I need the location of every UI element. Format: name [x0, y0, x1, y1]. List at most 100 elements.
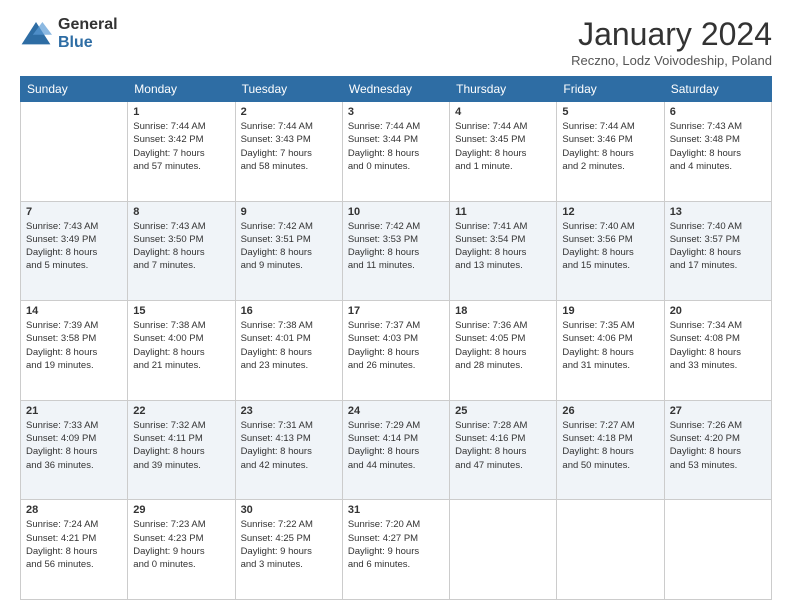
day-info: Sunrise: 7:44 AM Sunset: 3:42 PM Dayligh…	[133, 120, 229, 173]
day-info: Sunrise: 7:44 AM Sunset: 3:43 PM Dayligh…	[241, 120, 337, 173]
day-info: Sunrise: 7:29 AM Sunset: 4:14 PM Dayligh…	[348, 419, 444, 472]
day-number: 12	[562, 206, 658, 218]
table-row: 21 Sunrise: 7:33 AM Sunset: 4:09 PM Dayli…	[21, 400, 128, 500]
table-row: 12Sunrise: 7:40 AM Sunset: 3:56 PM Dayli…	[557, 201, 664, 301]
day-info: Sunrise: 7:40 AM Sunset: 3:57 PM Dayligh…	[670, 220, 766, 273]
table-row: 7Sunrise: 7:43 AM Sunset: 3:49 PM Daylig…	[21, 201, 128, 301]
day-info: Sunrise: 7:38 AM Sunset: 4:00 PM Dayligh…	[133, 319, 229, 372]
table-row: 29Sunrise: 7:23 AM Sunset: 4:23 PM Dayli…	[128, 500, 235, 600]
header-wednesday: Wednesday	[342, 77, 449, 102]
day-number: 2	[241, 106, 337, 118]
table-row: 27 Sunrise: 7:26 AM Sunset: 4:20 PM Dayli…	[664, 400, 771, 500]
table-row	[450, 500, 557, 600]
day-number: 11	[455, 206, 551, 218]
day-number: 3	[348, 106, 444, 118]
day-info: Sunrise: 7:26 AM Sunset: 4:20 PM Dayligh…	[670, 419, 766, 472]
day-info: Sunrise: 7:41 AM Sunset: 3:54 PM Dayligh…	[455, 220, 551, 273]
table-row: 31 Sunrise: 7:20 AM Sunset: 4:27 PM Dayli…	[342, 500, 449, 600]
table-row: 2 Sunrise: 7:44 AM Sunset: 3:43 PM Daylig…	[235, 102, 342, 202]
logo-blue-text: Blue	[58, 34, 118, 52]
calendar-week-row: 14 Sunrise: 7:39 AM Sunset: 3:58 PM Dayli…	[21, 301, 772, 401]
day-number: 14	[26, 305, 122, 317]
table-row: 9 Sunrise: 7:42 AM Sunset: 3:51 PM Daylig…	[235, 201, 342, 301]
day-number: 9	[241, 206, 337, 218]
day-info: Sunrise: 7:31 AM Sunset: 4:13 PM Dayligh…	[241, 419, 337, 472]
calendar-header-row: Sunday Monday Tuesday Wednesday Thursday…	[21, 77, 772, 102]
calendar-week-row: 1 Sunrise: 7:44 AM Sunset: 3:42 PM Daylig…	[21, 102, 772, 202]
day-info: Sunrise: 7:37 AM Sunset: 4:03 PM Dayligh…	[348, 319, 444, 372]
header-friday: Friday	[557, 77, 664, 102]
month-title: January 2024	[571, 16, 772, 53]
table-row: 17 Sunrise: 7:37 AM Sunset: 4:03 PM Dayli…	[342, 301, 449, 401]
logo-icon	[20, 20, 52, 48]
day-number: 29	[133, 504, 229, 516]
day-info: Sunrise: 7:43 AM Sunset: 3:49 PM Dayligh…	[26, 220, 122, 273]
day-info: Sunrise: 7:43 AM Sunset: 3:50 PM Dayligh…	[133, 220, 229, 273]
page-header: General Blue January 2024 Reczno, Lodz V…	[20, 16, 772, 68]
day-number: 6	[670, 106, 766, 118]
logo-general-text: General	[58, 16, 118, 34]
table-row: 30Sunrise: 7:22 AM Sunset: 4:25 PM Dayli…	[235, 500, 342, 600]
day-number: 30	[241, 504, 337, 516]
day-number: 18	[455, 305, 551, 317]
day-info: Sunrise: 7:42 AM Sunset: 3:51 PM Dayligh…	[241, 220, 337, 273]
table-row: 25 Sunrise: 7:28 AM Sunset: 4:16 PM Dayli…	[450, 400, 557, 500]
table-row: 4 Sunrise: 7:44 AM Sunset: 3:45 PM Daylig…	[450, 102, 557, 202]
calendar-week-row: 21 Sunrise: 7:33 AM Sunset: 4:09 PM Dayli…	[21, 400, 772, 500]
table-row: 14 Sunrise: 7:39 AM Sunset: 3:58 PM Dayli…	[21, 301, 128, 401]
table-row: 20 Sunrise: 7:34 AM Sunset: 4:08 PM Dayli…	[664, 301, 771, 401]
table-row: 19Sunrise: 7:35 AM Sunset: 4:06 PM Dayli…	[557, 301, 664, 401]
day-info: Sunrise: 7:44 AM Sunset: 3:45 PM Dayligh…	[455, 120, 551, 173]
table-row: 18 Sunrise: 7:36 AM Sunset: 4:05 PM Dayli…	[450, 301, 557, 401]
logo: General Blue	[20, 16, 118, 51]
day-number: 17	[348, 305, 444, 317]
calendar-table: Sunday Monday Tuesday Wednesday Thursday…	[20, 76, 772, 600]
day-info: Sunrise: 7:32 AM Sunset: 4:11 PM Dayligh…	[133, 419, 229, 472]
header-tuesday: Tuesday	[235, 77, 342, 102]
day-info: Sunrise: 7:33 AM Sunset: 4:09 PM Dayligh…	[26, 419, 122, 472]
table-row: 6 Sunrise: 7:43 AM Sunset: 3:48 PM Daylig…	[664, 102, 771, 202]
day-number: 4	[455, 106, 551, 118]
day-info: Sunrise: 7:27 AM Sunset: 4:18 PM Dayligh…	[562, 419, 658, 472]
day-number: 21	[26, 405, 122, 417]
day-info: Sunrise: 7:24 AM Sunset: 4:21 PM Dayligh…	[26, 518, 122, 571]
table-row: 5Sunrise: 7:44 AM Sunset: 3:46 PM Daylig…	[557, 102, 664, 202]
day-number: 23	[241, 405, 337, 417]
day-info: Sunrise: 7:20 AM Sunset: 4:27 PM Dayligh…	[348, 518, 444, 571]
day-number: 26	[562, 405, 658, 417]
table-row	[557, 500, 664, 600]
day-info: Sunrise: 7:34 AM Sunset: 4:08 PM Dayligh…	[670, 319, 766, 372]
day-number: 27	[670, 405, 766, 417]
day-info: Sunrise: 7:28 AM Sunset: 4:16 PM Dayligh…	[455, 419, 551, 472]
day-number: 20	[670, 305, 766, 317]
table-row: 16 Sunrise: 7:38 AM Sunset: 4:01 PM Dayli…	[235, 301, 342, 401]
table-row: 13 Sunrise: 7:40 AM Sunset: 3:57 PM Dayli…	[664, 201, 771, 301]
day-info: Sunrise: 7:43 AM Sunset: 3:48 PM Dayligh…	[670, 120, 766, 173]
day-info: Sunrise: 7:39 AM Sunset: 3:58 PM Dayligh…	[26, 319, 122, 372]
day-number: 13	[670, 206, 766, 218]
day-number: 24	[348, 405, 444, 417]
location-subtitle: Reczno, Lodz Voivodeship, Poland	[571, 53, 772, 68]
day-number: 31	[348, 504, 444, 516]
day-info: Sunrise: 7:35 AM Sunset: 4:06 PM Dayligh…	[562, 319, 658, 372]
table-row: 15Sunrise: 7:38 AM Sunset: 4:00 PM Dayli…	[128, 301, 235, 401]
day-info: Sunrise: 7:38 AM Sunset: 4:01 PM Dayligh…	[241, 319, 337, 372]
table-row: 23 Sunrise: 7:31 AM Sunset: 4:13 PM Dayli…	[235, 400, 342, 500]
header-thursday: Thursday	[450, 77, 557, 102]
table-row: 11 Sunrise: 7:41 AM Sunset: 3:54 PM Dayli…	[450, 201, 557, 301]
header-monday: Monday	[128, 77, 235, 102]
table-row: 28Sunrise: 7:24 AM Sunset: 4:21 PM Dayli…	[21, 500, 128, 600]
day-info: Sunrise: 7:36 AM Sunset: 4:05 PM Dayligh…	[455, 319, 551, 372]
day-number: 16	[241, 305, 337, 317]
header-saturday: Saturday	[664, 77, 771, 102]
table-row: 8Sunrise: 7:43 AM Sunset: 3:50 PM Daylig…	[128, 201, 235, 301]
day-info: Sunrise: 7:44 AM Sunset: 3:44 PM Dayligh…	[348, 120, 444, 173]
table-row: 1 Sunrise: 7:44 AM Sunset: 3:42 PM Daylig…	[128, 102, 235, 202]
day-number: 5	[562, 106, 658, 118]
table-row: 26 Sunrise: 7:27 AM Sunset: 4:18 PM Dayli…	[557, 400, 664, 500]
table-row: 3 Sunrise: 7:44 AM Sunset: 3:44 PM Daylig…	[342, 102, 449, 202]
title-block: January 2024 Reczno, Lodz Voivodeship, P…	[571, 16, 772, 68]
calendar-week-row: 7Sunrise: 7:43 AM Sunset: 3:49 PM Daylig…	[21, 201, 772, 301]
day-number: 25	[455, 405, 551, 417]
day-number: 1	[133, 106, 229, 118]
